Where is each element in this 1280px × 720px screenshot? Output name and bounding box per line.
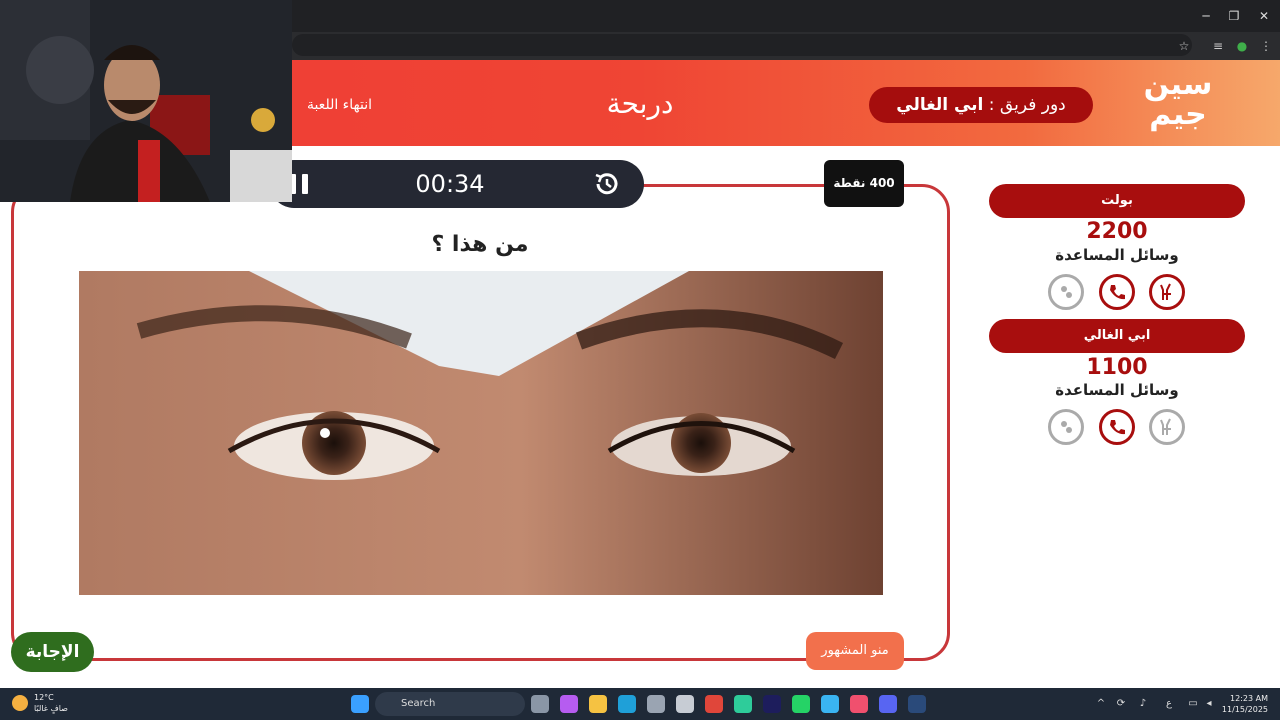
task-view-icon[interactable] — [531, 695, 549, 713]
weather-widget[interactable]: 12°C صافٍ غالبًا — [12, 692, 92, 716]
windows-taskbar: 12°C صافٍ غالبًا Search ^ ⟳ ♪ ع ▭ ◂ 12:2… — [0, 688, 1280, 720]
end-game-button[interactable]: انتهاء اللعبة — [292, 94, 372, 116]
app-icon[interactable] — [821, 695, 839, 713]
answer-button[interactable]: الإجابة — [11, 632, 94, 672]
two-answers-icon[interactable] — [1149, 274, 1185, 310]
file-explorer-icon[interactable] — [589, 695, 607, 713]
premiere-icon[interactable] — [763, 695, 781, 713]
points-badge: 400 نقطة — [824, 160, 904, 207]
edge-icon[interactable] — [618, 695, 636, 713]
alien-app-icon[interactable] — [676, 695, 694, 713]
category-title: دربحة — [606, 87, 674, 120]
helpers-label: وسائل المساعدة — [1055, 246, 1179, 264]
webcam-overlay — [0, 0, 292, 202]
question-text: من هذا ؟ — [431, 232, 529, 257]
steam-icon[interactable] — [908, 695, 926, 713]
team-name-pill: ابي الغالي — [989, 319, 1245, 353]
reset-timer-icon[interactable] — [592, 169, 622, 199]
timer-bar: 00:34 — [270, 160, 644, 208]
pause-icon[interactable] — [290, 174, 310, 194]
phone-icon[interactable] — [1099, 274, 1135, 310]
media-icon[interactable]: ≡ — [1210, 38, 1226, 54]
network-icon[interactable]: ▭ — [1186, 697, 1200, 711]
turn-indicator: دور فريق : ابي الغالي — [869, 87, 1093, 123]
bookmark-star-icon[interactable]: ☆ — [1176, 38, 1192, 54]
timer: 00:34 — [415, 170, 485, 198]
discord-icon[interactable] — [879, 695, 897, 713]
hole-icon[interactable] — [1048, 409, 1084, 445]
address-bar[interactable] — [292, 34, 1192, 56]
taskbar-clock[interactable]: 12:23 AM 11/15/2025 — [1208, 693, 1268, 717]
chrome-icon[interactable] — [705, 695, 723, 713]
team-score: 1100 — [1086, 355, 1148, 380]
weather-icon — [12, 695, 28, 711]
two-answers-icon[interactable] — [1149, 409, 1185, 445]
sync-icon[interactable]: ⟳ — [1114, 697, 1128, 711]
store-icon[interactable] — [647, 695, 665, 713]
taskbar-search[interactable]: Search — [375, 692, 525, 716]
extension-icon[interactable]: ● — [1234, 38, 1250, 54]
team-score: 2200 — [1086, 219, 1148, 244]
question-image — [79, 271, 883, 595]
language-indicator[interactable]: ع — [1162, 697, 1176, 711]
reveal-celebrity-button[interactable]: منو المشهور — [806, 632, 904, 670]
restore-icon[interactable]: ❐ — [1224, 8, 1244, 24]
logo: سين جيم — [1143, 67, 1213, 132]
helpers-label: وسائل المساعدة — [1055, 381, 1179, 399]
microphone-icon[interactable]: ♪ — [1136, 697, 1150, 711]
menu-icon[interactable]: ⋮ — [1258, 38, 1274, 54]
music-icon[interactable] — [850, 695, 868, 713]
copilot-icon[interactable] — [560, 695, 578, 713]
start-icon[interactable] — [351, 695, 369, 713]
minimize-icon[interactable]: ─ — [1196, 8, 1216, 24]
phone-icon[interactable] — [1099, 409, 1135, 445]
close-icon[interactable]: ✕ — [1254, 8, 1274, 24]
hole-icon[interactable] — [1048, 274, 1084, 310]
tray-chevron-icon[interactable]: ^ — [1094, 697, 1108, 711]
app-icon[interactable] — [734, 695, 752, 713]
whatsapp-icon[interactable] — [792, 695, 810, 713]
team-name-pill: بولت — [989, 184, 1245, 218]
